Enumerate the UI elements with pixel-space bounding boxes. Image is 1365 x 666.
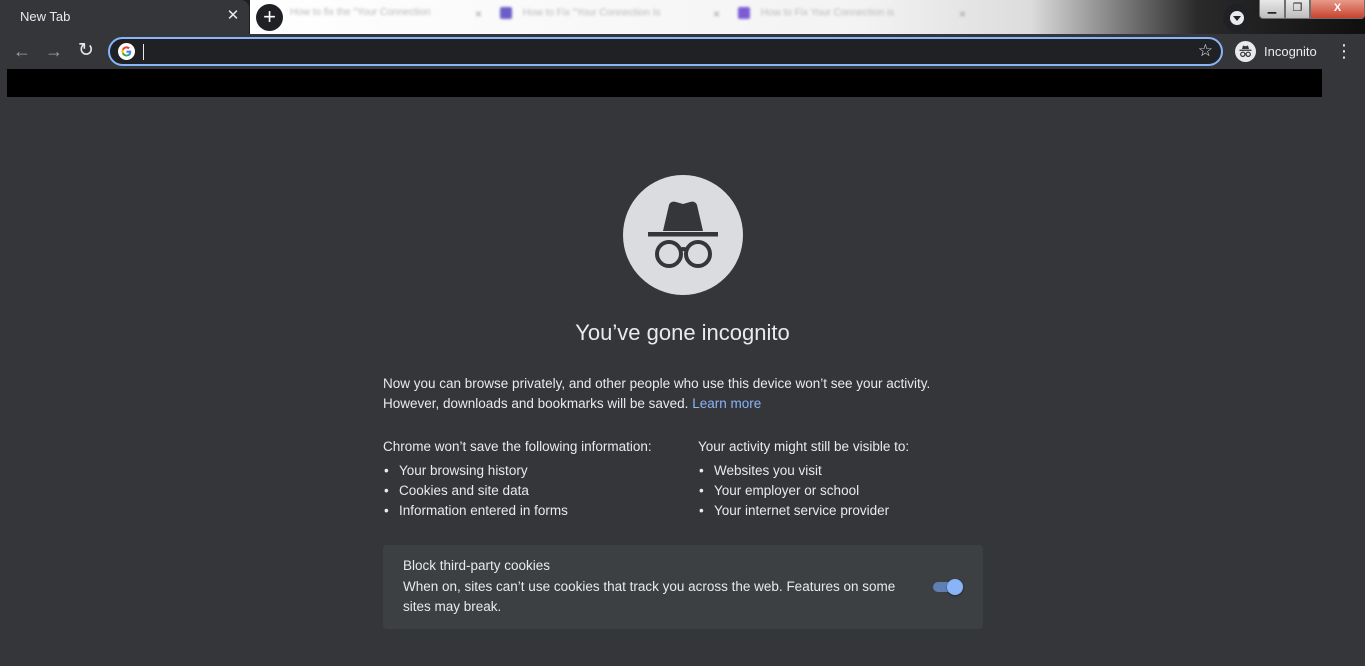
new-tab-button[interactable]: + <box>256 4 283 31</box>
tab-strip: New Tab ✕ + How to fix the "Your Connect… <box>0 0 1365 34</box>
toggle-knob <box>947 579 963 595</box>
intro-paragraph: Now you can browse privately, and other … <box>383 374 983 414</box>
close-icon[interactable]: × <box>959 7 966 21</box>
tab-title: How to Fix Your Connection is <box>760 7 895 19</box>
list-item: Your internet service provider <box>698 501 998 521</box>
card-description: When on, sites can’t use cookies that tr… <box>403 579 896 614</box>
address-bar[interactable]: ☆ <box>108 37 1223 66</box>
page-title: You’ve gone incognito <box>575 320 790 345</box>
intro-text: Now you can browse privately, and other … <box>383 376 931 411</box>
maximize-button[interactable]: ❐ <box>1285 0 1310 19</box>
tab-background-1[interactable]: How to fix the "Your Connection × <box>290 7 482 27</box>
list-item: Websites you visit <box>698 461 998 481</box>
learn-more-link[interactable]: Learn more <box>692 396 761 411</box>
text-caret <box>143 44 144 60</box>
incognito-icon <box>1235 41 1256 62</box>
close-icon[interactable]: × <box>475 7 482 21</box>
list-item: Your employer or school <box>698 481 998 501</box>
tab-title: How to Fix "Your Connection Is <box>522 7 661 19</box>
tab-search-button[interactable] <box>1223 4 1251 32</box>
toolbar: ← → ↻ ☆ Incognito ⋮ <box>0 34 1365 69</box>
window-close-button[interactable]: X <box>1310 0 1365 19</box>
minimize-button[interactable]: ▁ <box>1259 0 1285 19</box>
close-icon[interactable]: × <box>713 7 720 21</box>
tab-new-tab[interactable]: New Tab ✕ <box>0 0 249 34</box>
section-title: Your activity might still be visible to: <box>698 439 910 454</box>
tab-background-2[interactable]: How to Fix "Your Connection Is × <box>500 7 720 27</box>
tab-close-icon[interactable]: ✕ <box>224 7 242 25</box>
favicon-icon <box>500 7 512 19</box>
window-controls: ▁ ❐ X <box>1259 0 1365 19</box>
not-saved-list: Your browsing history Cookies and site d… <box>383 461 693 521</box>
card-title: Block third-party cookies <box>403 558 551 573</box>
profile-label: Incognito <box>1264 44 1317 59</box>
forward-button[interactable]: → <box>41 38 67 64</box>
section-title: Chrome won’t save the following informat… <box>383 439 652 454</box>
list-item: Cookies and site data <box>383 481 693 501</box>
still-visible-list: Websites you visit Your employer or scho… <box>698 461 998 521</box>
incognito-icon <box>623 175 743 295</box>
list-item: Information entered in forms <box>383 501 693 521</box>
favicon-icon <box>738 7 750 19</box>
bookmark-star-icon[interactable]: ☆ <box>1198 41 1213 61</box>
list-item: Your browsing history <box>383 461 693 481</box>
cookie-controls-card: Block third-party cookies When on, sites… <box>383 545 983 629</box>
reload-button[interactable]: ↻ <box>73 38 99 64</box>
tab-title: New Tab <box>20 9 71 24</box>
google-icon <box>118 43 135 60</box>
not-saved-section: Chrome won’t save the following informat… <box>383 437 693 521</box>
profile-incognito-button[interactable]: Incognito <box>1231 38 1323 65</box>
tab-title: How to fix the "Your Connection <box>290 7 431 18</box>
still-visible-section: Your activity might still be visible to:… <box>698 437 998 521</box>
tab-background-3[interactable]: How to Fix Your Connection is × <box>738 7 966 27</box>
chevron-down-icon <box>1233 16 1241 21</box>
bookmarks-bar <box>7 69 1322 97</box>
back-button[interactable]: ← <box>9 38 35 64</box>
block-cookies-toggle[interactable] <box>931 579 963 595</box>
menu-button[interactable]: ⋮ <box>1334 39 1354 65</box>
